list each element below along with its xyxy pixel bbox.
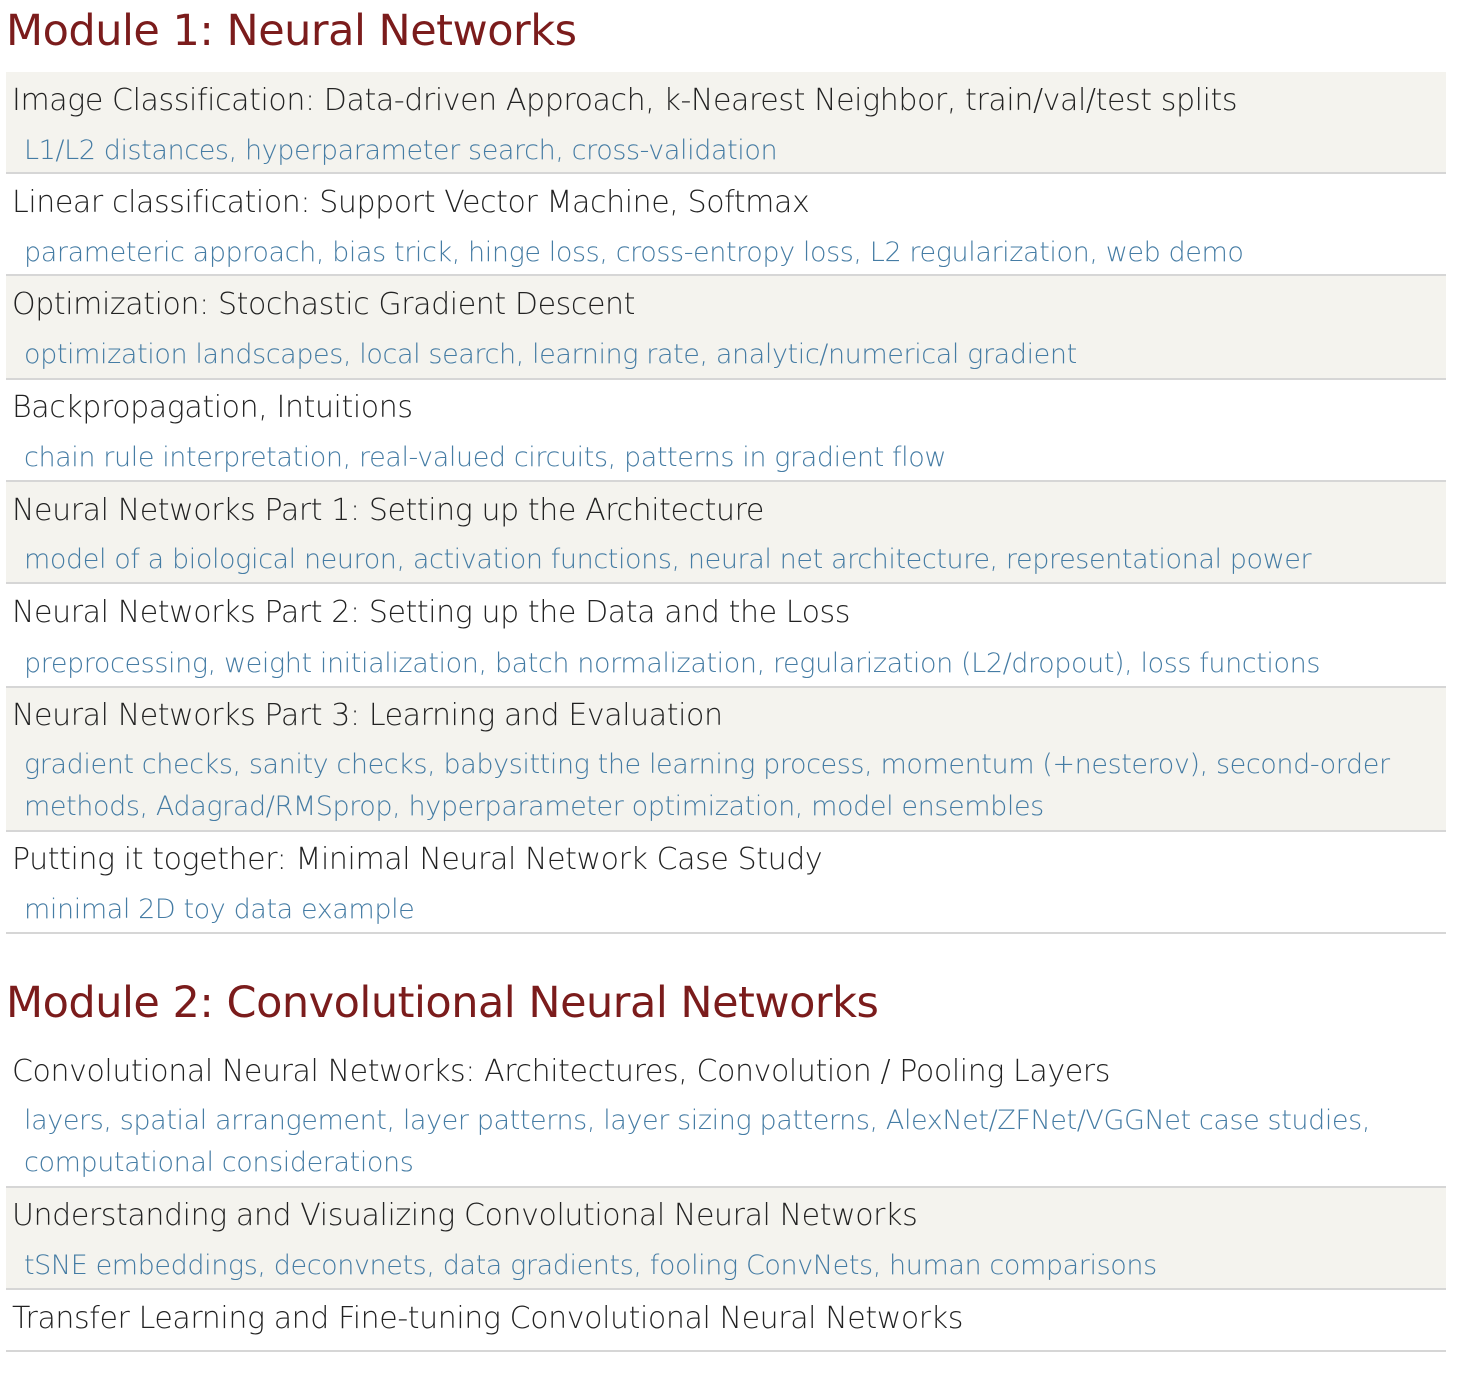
lecture-link[interactable]: Neural Networks Part 2: Setting up the D…	[12, 584, 1440, 642]
list-item: Backpropagation, Intuitions chain rule i…	[6, 380, 1446, 482]
lecture-link[interactable]: Neural Networks Part 1: Setting up the A…	[12, 482, 1440, 540]
lecture-topics: preprocessing, weight initialization, ba…	[24, 648, 1321, 679]
list-item: Optimization: Stochastic Gradient Descen…	[6, 276, 1446, 380]
list-item: Convolutional Neural Networks: Architect…	[6, 1044, 1446, 1188]
lecture-topics: model of a biological neuron, activation…	[24, 544, 1312, 575]
list-item: Putting it together: Minimal Neural Netw…	[6, 832, 1446, 934]
lecture-link[interactable]: Backpropagation, Intuitions	[12, 380, 1440, 436]
course-syllabus-page: Module 1: Neural Networks Image Classifi…	[0, 0, 1466, 1374]
list-item: Image Classification: Data-driven Approa…	[6, 72, 1446, 174]
list-item: Neural Networks Part 3: Learning and Eva…	[6, 688, 1446, 832]
lecture-topics: minimal 2D toy data example	[24, 894, 415, 925]
lecture-link[interactable]: Understanding and Visualizing Convolutio…	[12, 1188, 1440, 1244]
list-item: Neural Networks Part 1: Setting up the A…	[6, 482, 1446, 584]
lecture-topics: L1/L2 distances, hyperparameter search, …	[24, 135, 778, 166]
lecture-link[interactable]: Image Classification: Data-driven Approa…	[12, 72, 1440, 130]
lecture-topics: parameteric approach, bias trick, hinge …	[24, 237, 1244, 268]
module-1-title: Module 1: Neural Networks	[6, 6, 577, 56]
lecture-topics: gradient checks, sanity checks, babysitt…	[24, 749, 1390, 822]
lecture-link[interactable]: Putting it together: Minimal Neural Netw…	[12, 832, 1440, 888]
lecture-link[interactable]: Linear classification: Support Vector Ma…	[12, 174, 1440, 232]
module-1-list: Image Classification: Data-driven Approa…	[6, 72, 1446, 934]
list-item: Understanding and Visualizing Convolutio…	[6, 1188, 1446, 1290]
module-2-list: Convolutional Neural Networks: Architect…	[6, 1044, 1446, 1352]
lecture-topics: chain rule interpretation, real-valued c…	[24, 442, 947, 473]
lecture-link[interactable]: Neural Networks Part 3: Learning and Eva…	[12, 688, 1440, 744]
module-2-title: Module 2: Convolutional Neural Networks	[6, 978, 879, 1028]
lecture-topics: tSNE embeddings, deconvnets, data gradie…	[24, 1250, 1157, 1281]
list-item: Neural Networks Part 2: Setting up the D…	[6, 584, 1446, 688]
lecture-link[interactable]: Transfer Learning and Fine-tuning Convol…	[12, 1290, 1440, 1348]
list-item: Linear classification: Support Vector Ma…	[6, 174, 1446, 276]
lecture-link[interactable]: Convolutional Neural Networks: Architect…	[12, 1044, 1440, 1100]
list-item: Transfer Learning and Fine-tuning Convol…	[6, 1290, 1446, 1352]
lecture-topics: layers, spatial arrangement, layer patte…	[24, 1105, 1370, 1178]
lecture-topics: optimization landscapes, local search, l…	[24, 339, 1077, 370]
lecture-link[interactable]: Optimization: Stochastic Gradient Descen…	[12, 276, 1440, 334]
